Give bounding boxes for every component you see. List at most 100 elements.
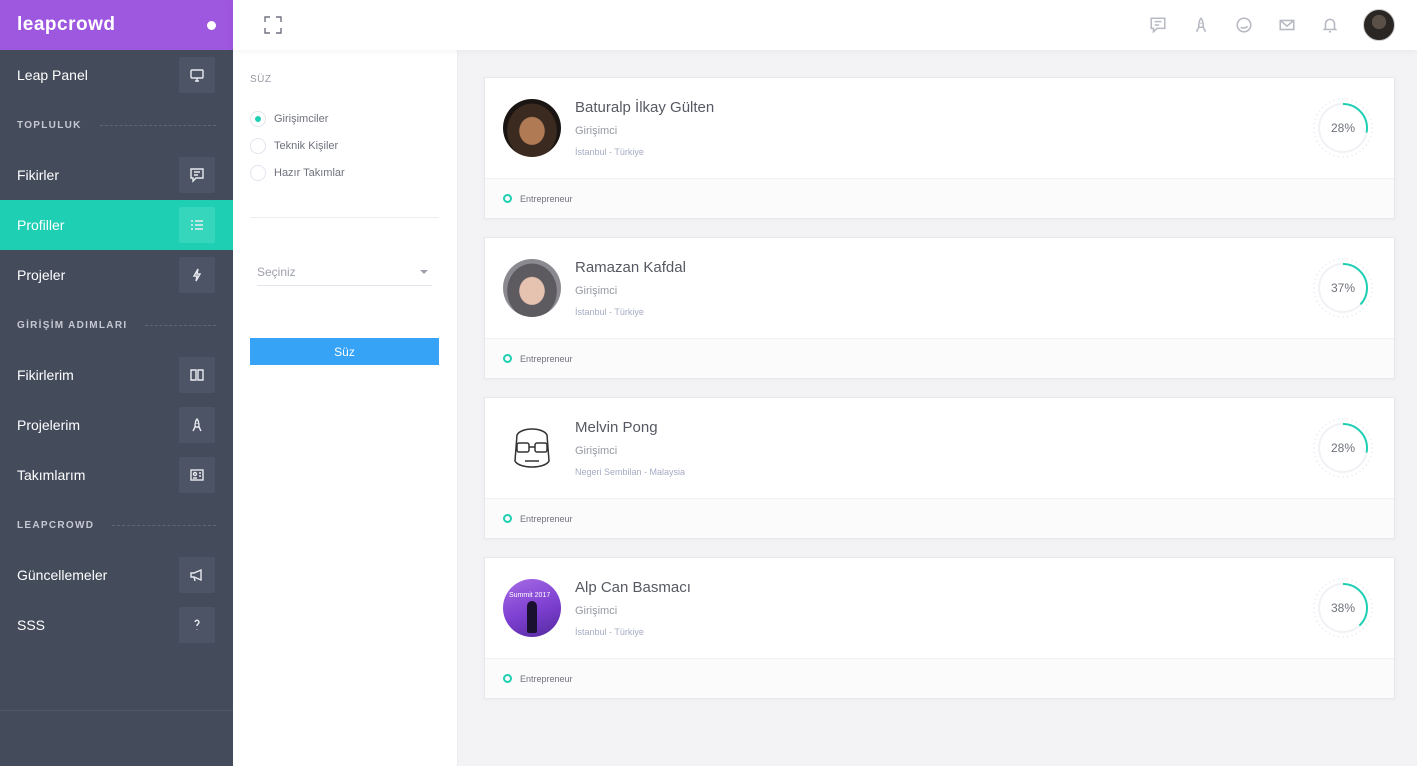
topbar bbox=[233, 0, 1417, 50]
sidebar-item-label: SSS bbox=[17, 617, 46, 633]
filter-select-value: Seçiniz bbox=[257, 264, 296, 279]
profile-avatar[interactable] bbox=[503, 99, 561, 157]
profile-card-footer: Entrepreneur bbox=[485, 338, 1394, 378]
profile-role: Girişimci bbox=[575, 605, 618, 617]
profile-card-footer: Entrepreneur bbox=[485, 178, 1394, 218]
nav-section-2: LEAPCROWD bbox=[0, 500, 233, 550]
profile-info: Baturalp İlkay Gülten Girişimci İstanbul -… bbox=[575, 99, 714, 157]
progress-ring: 38% bbox=[1312, 577, 1374, 639]
sidebar-item-label: Fikirler bbox=[17, 167, 59, 183]
comment-icon[interactable] bbox=[1148, 15, 1168, 35]
profile-role: Girişimci bbox=[575, 445, 618, 457]
sidebar-item-5[interactable]: Projelerim bbox=[0, 400, 233, 450]
comment-icon bbox=[179, 157, 215, 193]
mail-icon[interactable] bbox=[1277, 15, 1297, 35]
profile-card[interactable]: Summit 2017 Alp Can Basmacı Girişimci İstan… bbox=[484, 557, 1395, 699]
rocket-icon bbox=[179, 407, 215, 443]
list-icon bbox=[179, 207, 215, 243]
nav-section-0: TOPLULUK bbox=[0, 100, 233, 150]
sidebar-item-7[interactable]: Güncellemeler bbox=[0, 550, 233, 600]
sidebar-item-label: Leap Panel bbox=[17, 67, 88, 83]
sidebar-item-6[interactable]: Takımlarım bbox=[0, 450, 233, 500]
profile-avatar[interactable]: Summit 2017 bbox=[503, 579, 561, 637]
id-card-icon bbox=[179, 457, 215, 493]
profile-avatar[interactable] bbox=[503, 419, 561, 477]
bell-icon[interactable] bbox=[1320, 15, 1340, 35]
sidebar-item-3[interactable]: Projeler bbox=[0, 250, 233, 300]
profile-name[interactable]: Melvin Pong bbox=[575, 419, 685, 436]
filter-radio-1[interactable]: Teknik Kişiler bbox=[250, 132, 439, 159]
question-icon bbox=[179, 607, 215, 643]
radio-dot[interactable] bbox=[250, 164, 266, 181]
filter-select[interactable]: Seçiniz bbox=[257, 258, 432, 286]
progress-percent: 37% bbox=[1330, 281, 1356, 295]
megaphone-icon bbox=[179, 557, 215, 593]
sidebar-item-label: Takımlarım bbox=[17, 467, 86, 483]
filter-button[interactable]: Süz bbox=[250, 338, 439, 365]
profile-card-body: Ramazan Kafdal Girişimci İstanbul - Türkiy… bbox=[485, 238, 1394, 338]
nav-section-label: TOPLULUK bbox=[17, 119, 82, 131]
chat-bubble-icon[interactable] bbox=[1234, 15, 1254, 35]
filter-panel: SÜZ Girişimciler Teknik Kişiler Hazır Takı… bbox=[233, 50, 458, 766]
profile-role: Girişimci bbox=[575, 285, 618, 297]
profile-list: Baturalp İlkay Gülten Girişimci İstanbul -… bbox=[459, 50, 1417, 766]
profile-tag: Entrepreneur bbox=[520, 513, 573, 524]
profile-tag: Entrepreneur bbox=[520, 353, 573, 364]
sidebar-item-2[interactable]: Profiller bbox=[0, 200, 233, 250]
sidebar-nav: Leap Panel TOPLULUK Fikirler Profiller Proje… bbox=[0, 50, 233, 650]
profile-name[interactable]: Ramazan Kafdal bbox=[575, 259, 686, 276]
profile-tag: Entrepreneur bbox=[520, 193, 573, 204]
brand-header: leapcrowd bbox=[0, 0, 233, 50]
fullscreen-icon[interactable] bbox=[263, 15, 283, 35]
nav-section-label: GİRİŞİM ADIMLARI bbox=[17, 319, 128, 331]
filter-divider bbox=[250, 217, 439, 218]
profile-name[interactable]: Alp Can Basmacı bbox=[575, 579, 691, 596]
progress-percent: 28% bbox=[1330, 121, 1356, 135]
filter-radio-2[interactable]: Hazır Takımlar bbox=[250, 159, 439, 186]
avatar-figure bbox=[527, 601, 537, 633]
filter-title: SÜZ bbox=[250, 74, 272, 85]
radio-dot[interactable] bbox=[250, 137, 266, 154]
radio-label: Teknik Kişiler bbox=[274, 139, 339, 152]
status-dot-icon bbox=[503, 674, 512, 683]
profile-role: Girişimci bbox=[575, 125, 618, 137]
profile-info: Melvin Pong Girişimci Negeri Sembilan - Ma… bbox=[575, 419, 685, 477]
profile-card-body: Summit 2017 Alp Can Basmacı Girişimci İstan… bbox=[485, 558, 1394, 658]
profile-name[interactable]: Baturalp İlkay Gülten bbox=[575, 99, 714, 116]
sidebar-item-0[interactable]: Leap Panel bbox=[0, 50, 233, 100]
progress-percent: 28% bbox=[1330, 441, 1356, 455]
sidebar-item-label: Projelerim bbox=[17, 417, 81, 433]
nav-section-label: LEAPCROWD bbox=[17, 519, 95, 531]
sidebar-item-label: Güncellemeler bbox=[17, 567, 108, 583]
profile-tag: Entrepreneur bbox=[520, 673, 573, 684]
user-avatar[interactable] bbox=[1363, 9, 1395, 41]
profile-location: İstanbul - Türkiye bbox=[575, 307, 644, 317]
brand-logo[interactable]: leapcrowd bbox=[17, 14, 115, 36]
sidebar-item-8[interactable]: SSS bbox=[0, 600, 233, 650]
progress-ring: 28% bbox=[1312, 97, 1374, 159]
profile-card[interactable]: Baturalp İlkay Gülten Girişimci İstanbul -… bbox=[484, 77, 1395, 219]
radio-label: Hazır Takımlar bbox=[274, 166, 345, 179]
progress-ring: 37% bbox=[1312, 257, 1374, 319]
bolt-icon bbox=[179, 257, 215, 293]
status-dot-icon bbox=[503, 194, 512, 203]
profile-avatar[interactable] bbox=[503, 259, 561, 317]
filter-radio-0[interactable]: Girişimciler bbox=[250, 105, 439, 132]
radio-dot[interactable] bbox=[250, 110, 266, 127]
book-icon bbox=[179, 357, 215, 393]
nav-section-1: GİRİŞİM ADIMLARI bbox=[0, 300, 233, 350]
sidebar-item-label: Fikirlerim bbox=[17, 367, 74, 383]
monitor-icon bbox=[179, 57, 215, 93]
sidebar-divider bbox=[0, 710, 233, 711]
rocket-icon[interactable] bbox=[1191, 15, 1211, 35]
caret-down-icon bbox=[420, 269, 428, 274]
profile-info: Ramazan Kafdal Girişimci İstanbul - Türkiy… bbox=[575, 259, 686, 317]
profile-info: Alp Can Basmacı Girişimci İstanbul - Türki… bbox=[575, 579, 691, 637]
sidebar: leapcrowd Leap Panel TOPLULUK Fikirler Prof… bbox=[0, 0, 233, 766]
sidebar-item-1[interactable]: Fikirler bbox=[0, 150, 233, 200]
status-dot-icon bbox=[503, 354, 512, 363]
sidebar-item-4[interactable]: Fikirlerim bbox=[0, 350, 233, 400]
profile-card[interactable]: Melvin Pong Girişimci Negeri Sembilan - Ma… bbox=[484, 397, 1395, 539]
profile-card[interactable]: Ramazan Kafdal Girişimci İstanbul - Türkiy… bbox=[484, 237, 1395, 379]
sidebar-toggle[interactable] bbox=[207, 20, 216, 30]
